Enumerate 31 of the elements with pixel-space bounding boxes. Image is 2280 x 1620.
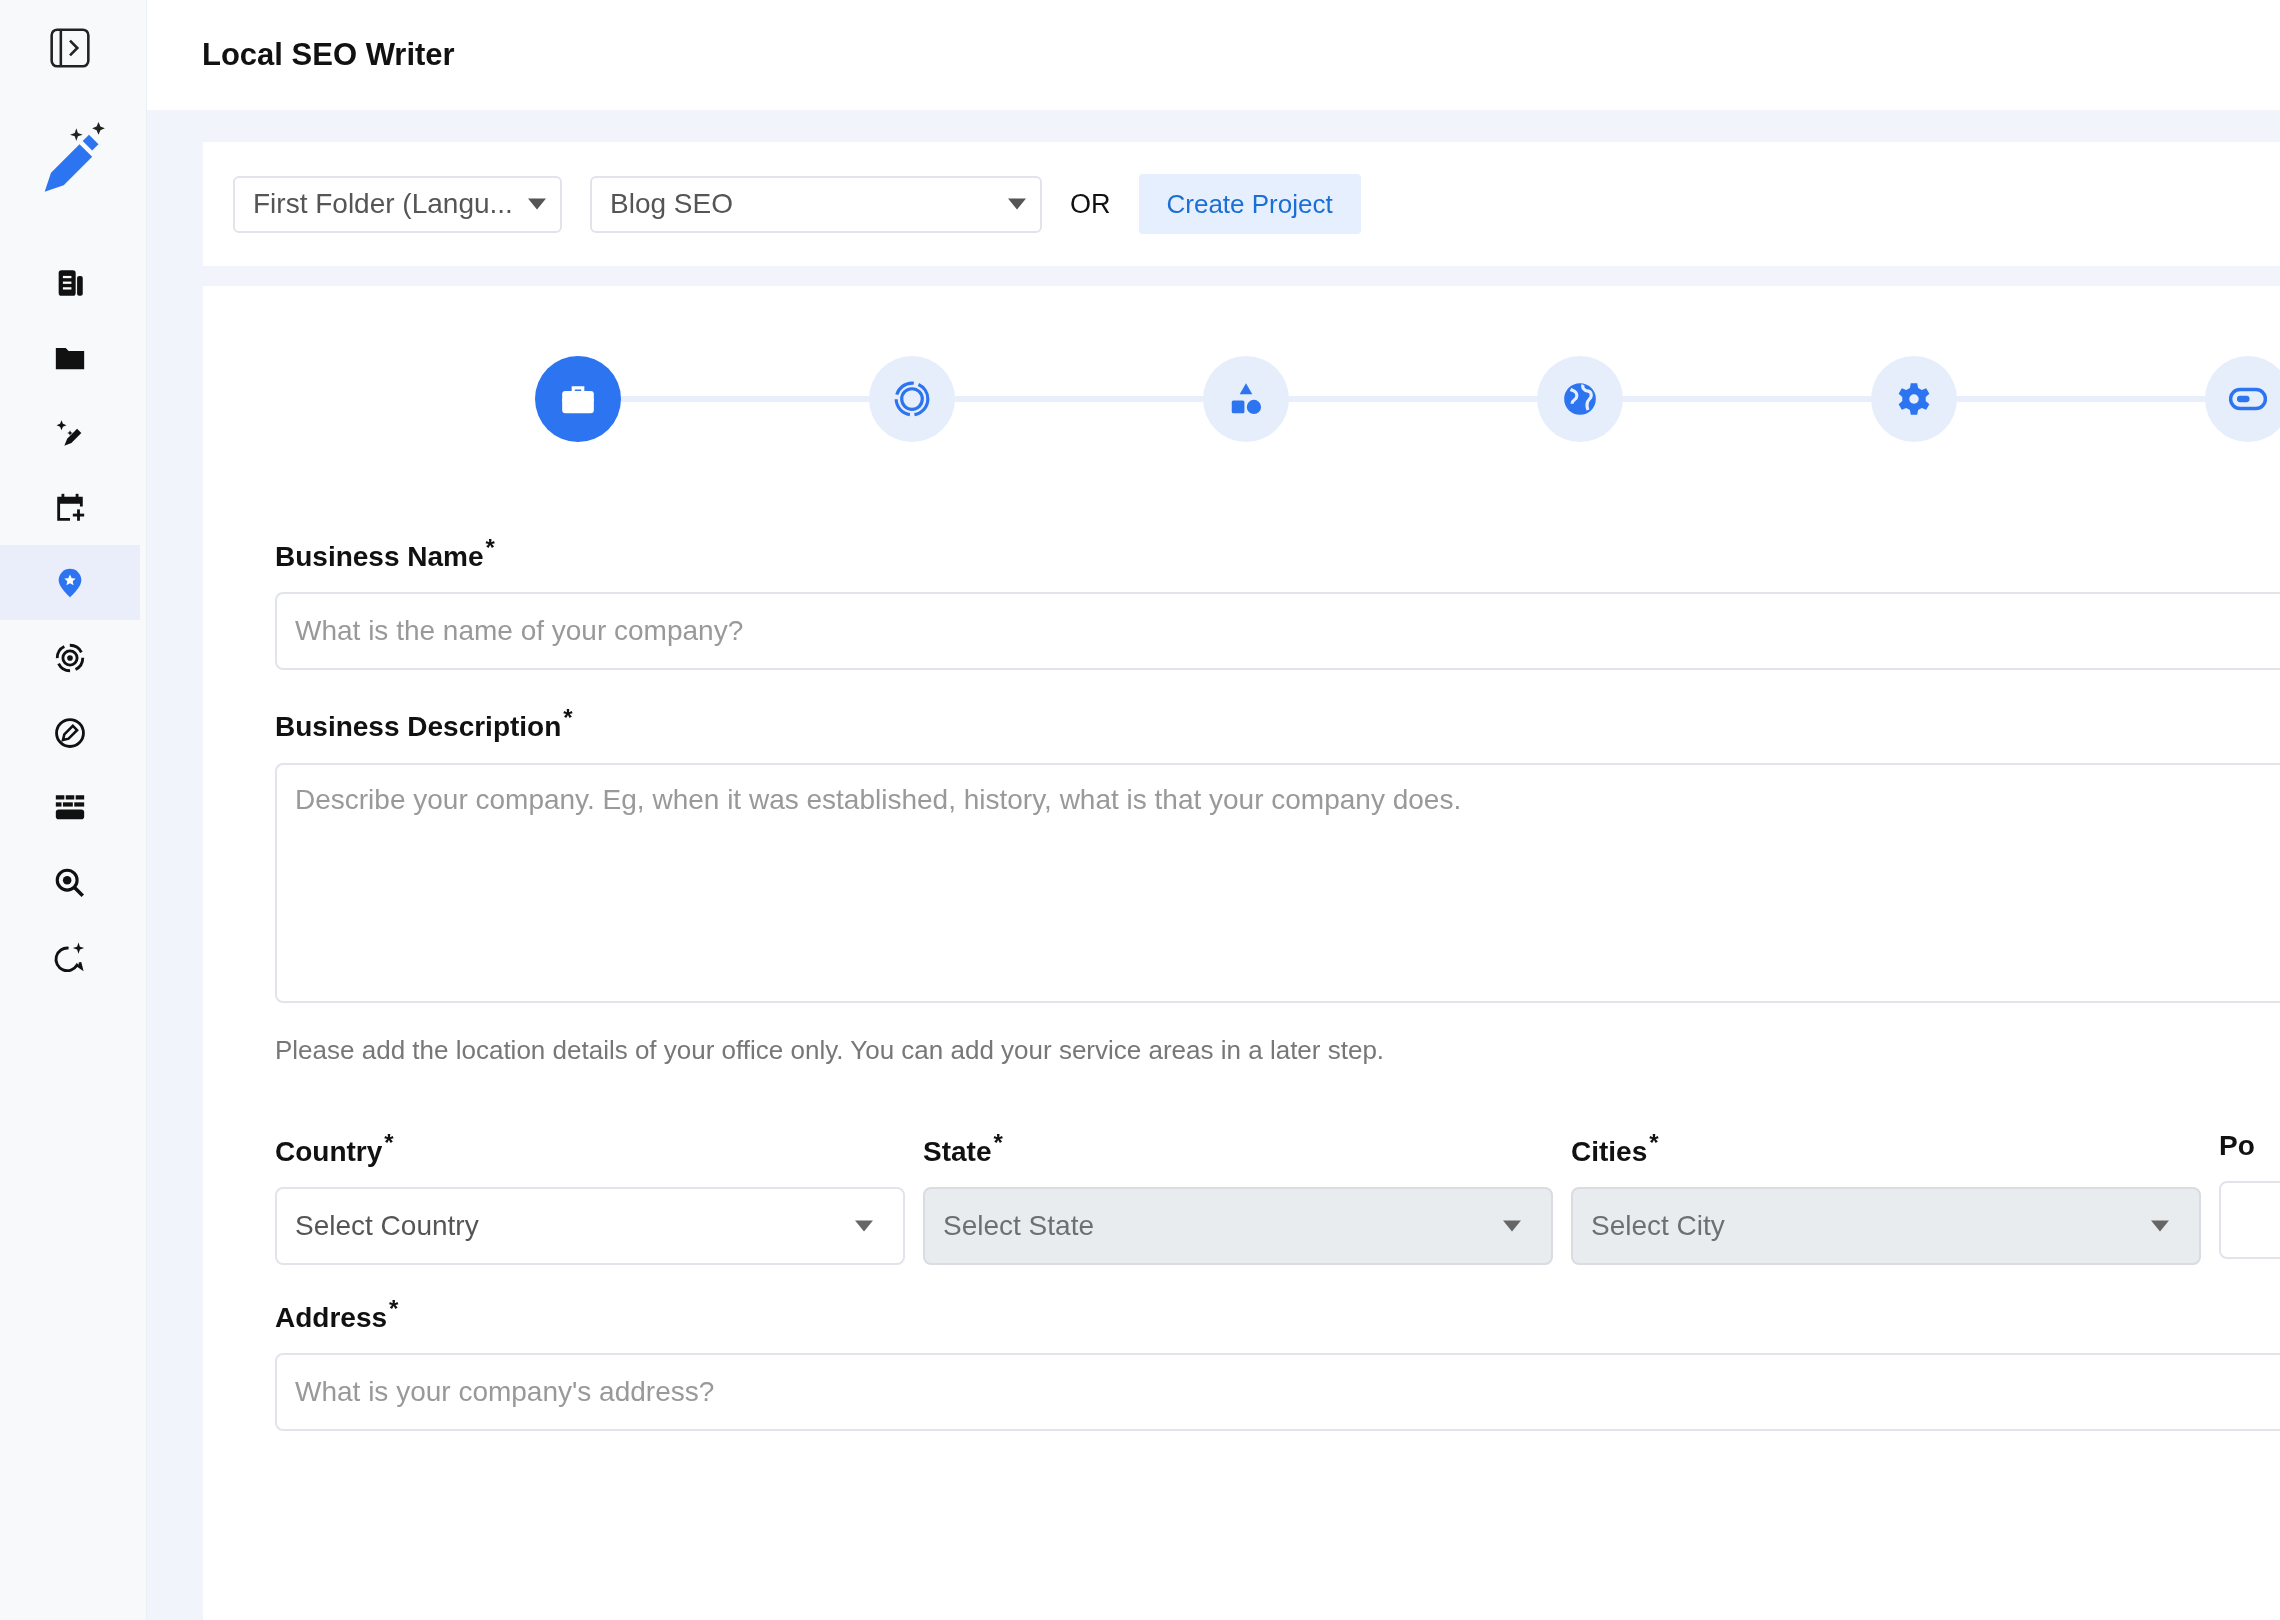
folder-select[interactable]: First Folder (Langu... (233, 175, 562, 233)
required-asterisk: * (563, 704, 573, 732)
or-separator: OR (1070, 187, 1111, 221)
business-name-field[interactable]: What is the name of your company? (275, 592, 2280, 671)
field-label: Po (2219, 1128, 2255, 1163)
pencil-circle-icon (53, 715, 87, 750)
field-label: Business Name$^{*}$ (275, 533, 495, 575)
field-label: Cities$^{*}$ (1571, 1127, 1659, 1169)
field-label: Business Description$^{*}$ (275, 703, 573, 745)
field-label: State$^{*}$ (923, 1127, 1003, 1169)
address-field[interactable]: What is your company's address? (275, 1353, 2280, 1432)
dropdown-caret-icon (1503, 1220, 1521, 1232)
create-project-button[interactable]: Create Project (1138, 174, 1361, 234)
page-title: Local SEO Writer (202, 36, 455, 74)
sidebar-toggle-icon (48, 25, 92, 70)
location-select[interactable]: Select Country (275, 1187, 905, 1265)
dropdown-caret-icon (2151, 1220, 2169, 1232)
dropdown-caret-icon (855, 1220, 873, 1232)
required-asterisk: * (485, 534, 495, 561)
globe-icon (1561, 380, 1599, 418)
required-asterisk: * (384, 1128, 394, 1156)
required-asterisk: * (389, 1295, 399, 1322)
required-asterisk: * (1649, 1128, 1659, 1156)
project-select[interactable]: Blog SEO (590, 175, 1042, 233)
location-note: Please add the location details of your office only. You can add your service areas in a later step. (275, 1033, 1386, 1067)
dropdown-caret-icon (528, 198, 546, 210)
business-description-field[interactable]: Describe your company. Eg, when it was established, history, what is that your company does. (275, 762, 2280, 1003)
field-label: Address$^{*}$ (275, 1294, 399, 1336)
required-asterisk: * (993, 1128, 1003, 1156)
field-label: Country$^{*}$ (275, 1127, 394, 1169)
dropdown-caret-icon (1008, 198, 1026, 210)
